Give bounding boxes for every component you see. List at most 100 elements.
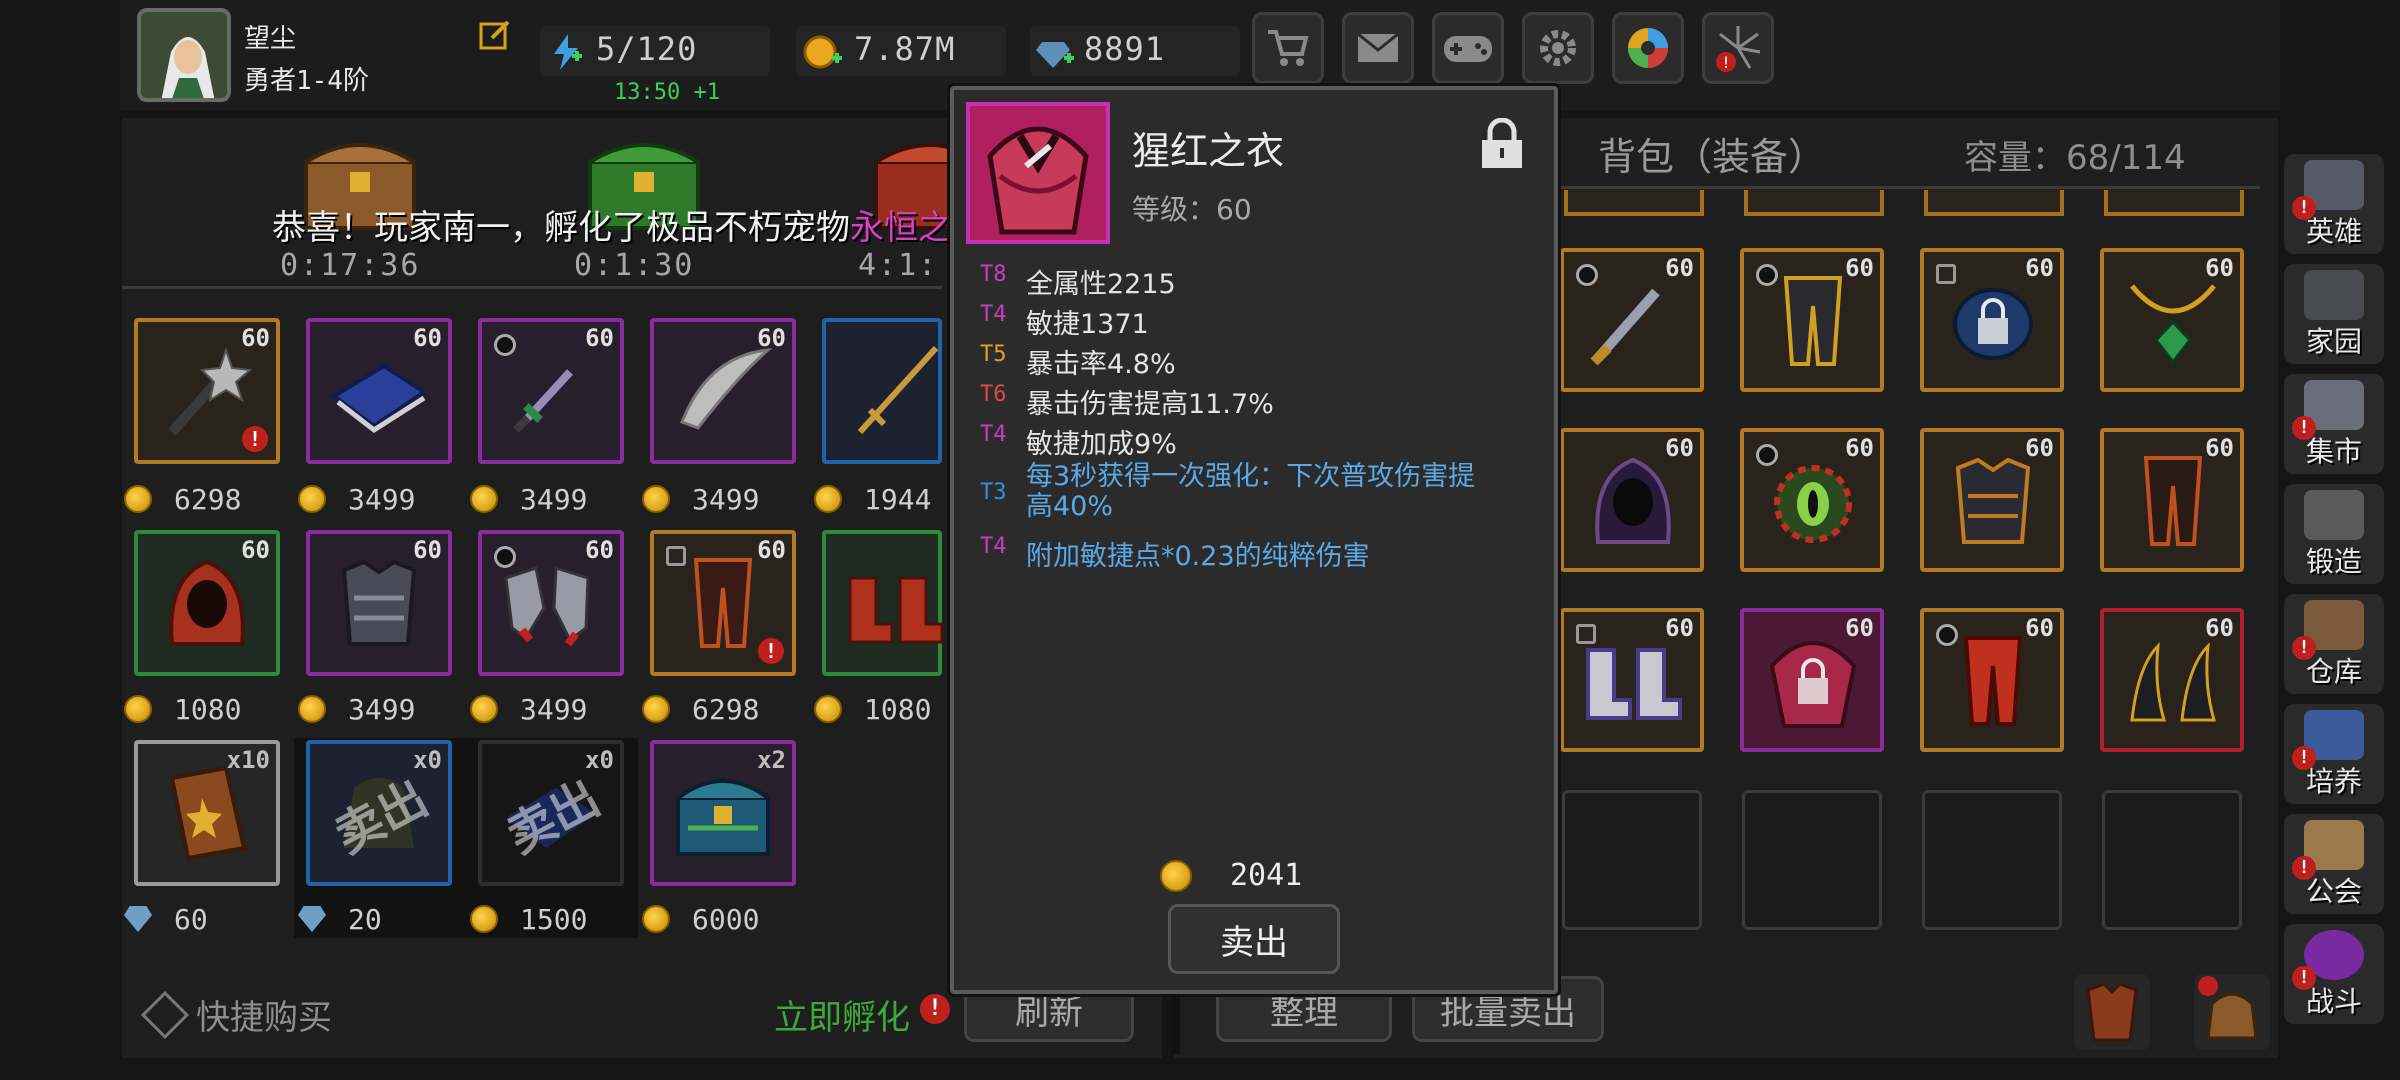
bag-item-red-leggings[interactable]: 60 [2100,428,2244,572]
gold-coin-icon [814,485,842,513]
firework-icon: ! [1716,26,1761,72]
nav-market[interactable]: ! 集市 [2284,374,2384,474]
shop-item-feather-bow[interactable]: 60 [650,318,796,464]
nav-guild[interactable]: ! 公会 [2284,814,2384,914]
shop-item-boots[interactable] [822,530,944,676]
alert-badge: ! [2292,636,2316,660]
stat-text: 附加敏捷点*0.23的纯粹伤害 [1026,541,1370,572]
alert-badge: ! [2292,856,2316,880]
shop-item-chest[interactable]: x2 [650,740,796,886]
item-level: 60 [2205,434,2234,462]
nav-forge[interactable]: 锻造 [2284,484,2384,584]
shop-item-spear[interactable] [822,318,942,464]
price-value: 6000 [692,902,760,936]
edit-icon[interactable] [478,18,512,52]
bag-slot-empty[interactable] [1562,790,1702,930]
quick-buy-toggle[interactable]: 快捷购买 [140,990,332,1039]
shop-item-leggings[interactable]: 60 ! [650,530,796,676]
sell-price-value: 2041 [1230,858,1303,893]
nav-battle[interactable]: ! 战斗 [2284,924,2384,1024]
locked-robe-icon [1769,641,1857,728]
shop-item-plate-armor[interactable]: 60 [306,530,452,676]
stat-tier: T4 [980,534,1007,559]
gold-coin-icon [124,485,152,513]
bag-item-boots[interactable]: 60 [1560,608,1704,752]
gold-coin-icon [470,905,498,933]
scarlet-robe-icon [970,106,1106,240]
item-level: 60 [1665,254,1694,282]
item-level: 60 [585,536,614,564]
gold-coin-icon [814,695,842,723]
alert-badge: ! [242,426,268,452]
bag-slot-empty[interactable] [1742,790,1882,930]
item-price: 6000 [642,902,760,936]
mail-button[interactable] [1342,12,1414,84]
nav-home[interactable]: 家园 [2284,264,2384,364]
bag-slot-partial[interactable] [2104,190,2244,216]
bag-item-kunai[interactable]: 60 [1560,248,1704,392]
bag-capacity: 容量：68/114 [1964,138,2186,178]
shop-item-gauntlets[interactable]: 60 [478,530,624,676]
stat-tier: T4 [980,302,1007,327]
gamepad-button[interactable] [1432,12,1504,84]
checkbox-diamond-icon [140,990,190,1039]
gem-icon [1034,32,1074,72]
bag-slot-empty[interactable] [1922,790,2062,930]
lock-badge-icon [1936,264,1956,284]
nav-hero[interactable]: ! 英雄 [2284,154,2384,254]
price-value: 1080 [864,692,932,726]
lock-toggle-button[interactable] [1480,117,1524,170]
bag-slot-partial[interactable] [1564,190,1704,216]
price-value: 6298 [174,482,242,516]
item-quantity: x2 [757,746,786,774]
blue-book-icon [330,363,428,434]
bag-item-helmet[interactable]: 60 [1920,248,2064,392]
item-level: 60 [413,324,442,352]
bag-item-eye-amulet[interactable]: 60 [1740,428,1884,572]
armor-filter-button[interactable] [2074,974,2150,1050]
bag-item-amulet[interactable]: 60 [2100,248,2244,392]
player-avatar[interactable] [137,8,231,102]
price-value: 1500 [520,902,588,936]
stat-text: 敏捷1371 [1026,309,1149,340]
unlocked-slot-ring [1756,264,1778,286]
bag-item-leggings[interactable]: 60 [1740,248,1884,392]
tooltip-item-icon [966,102,1110,244]
item-price: 6298 [124,482,242,516]
bag-item-horn-boots[interactable]: 60 [2100,608,2244,752]
item-level: 60 [757,536,786,564]
armor-icon [2086,982,2138,1042]
aperture-button[interactable] [1612,12,1684,84]
item-price: 1500 [470,902,588,936]
bag-slot-empty[interactable] [2102,790,2242,930]
shop-item-tome[interactable]: 60 [306,318,452,464]
price-value: 3499 [520,482,588,516]
settings-button[interactable] [1522,12,1594,84]
shop-item-wand[interactable]: 60 ! [134,318,280,464]
bag-item-flame-leggings[interactable]: 60 [1920,608,2064,752]
gold-value: 7.87M [854,30,956,68]
sell-button[interactable]: 卖出 [1168,904,1340,974]
bag-item-scarlet-robe-selected[interactable]: 60 [1740,608,1884,752]
announcement-text: 恭喜！玩家南一，孵化了极品不朽宠物 [272,208,850,248]
shop-cart-button[interactable] [1252,12,1324,84]
bag-item-dark-hood[interactable]: 60 [1560,428,1704,572]
nav-warehouse[interactable]: ! 仓库 [2284,594,2384,694]
pouch-button[interactable] [2194,974,2270,1050]
item-price: 3499 [470,693,587,726]
alert-badge: ! [2292,966,2316,990]
shop-item-dagger[interactable]: 60 [478,318,624,464]
stat-line: T3 每3秒获得一次强化：下次普攻伤害提 高40% [980,462,1475,522]
bag-slot-partial[interactable] [1924,190,2064,216]
nav-cultivate[interactable]: ! 培养 [2284,704,2384,804]
shop-item-hood[interactable]: 60 [134,530,280,676]
bag-slot-partial[interactable] [1744,190,1884,216]
firework-button[interactable]: ! [1702,12,1774,84]
item-price: 1080 [124,693,241,726]
gold-coin-icon [1160,859,1192,892]
bag-item-dark-armor[interactable]: 60 [1920,428,2064,572]
stat-line: T5 暴击率4.8% [980,342,1176,381]
red-hood-icon [169,559,245,646]
hatch-now-button[interactable]: 立即孵化 [774,990,910,1039]
shop-item-scroll-book[interactable]: x10 [134,740,280,886]
